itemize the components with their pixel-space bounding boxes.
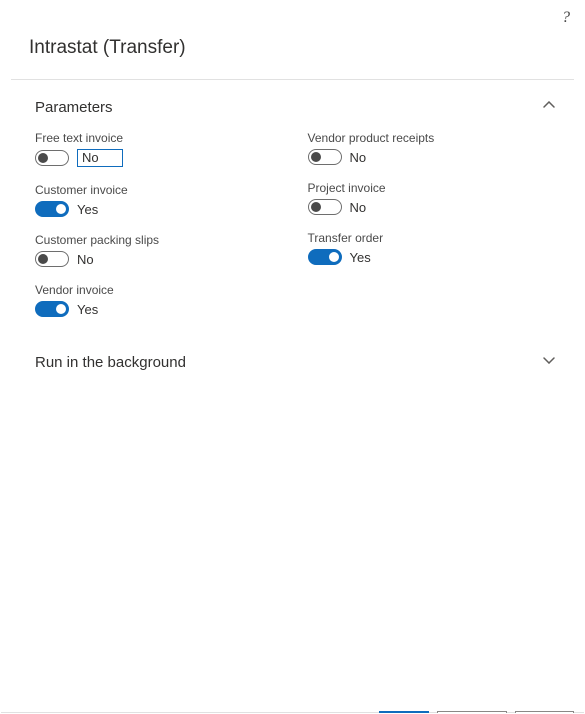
field-label: Customer packing slips	[35, 233, 284, 247]
dialog-title: Intrastat (Transfer)	[1, 1, 584, 79]
toggle-value: Yes	[350, 250, 371, 265]
toggle-value: No	[350, 200, 367, 215]
field-project-invoice: Project invoice No	[308, 181, 557, 215]
toggle-vendor-invoice[interactable]	[35, 301, 69, 317]
field-transfer-order: Transfer order Yes	[308, 231, 557, 265]
toggle-value: Yes	[77, 302, 98, 317]
field-customer-packing-slips: Customer packing slips No	[35, 233, 284, 267]
field-label: Customer invoice	[35, 183, 284, 197]
toggle-vendor-product-receipts[interactable]	[308, 149, 342, 165]
toggle-value-input[interactable]	[77, 149, 123, 167]
parameters-left-column: Free text invoice Customer invoice Yes C…	[35, 131, 284, 333]
field-customer-invoice: Customer invoice Yes	[35, 183, 284, 217]
toggle-customer-invoice[interactable]	[35, 201, 69, 217]
field-vendor-product-receipts: Vendor product receipts No	[308, 131, 557, 165]
parameters-title: Parameters	[35, 99, 113, 116]
field-vendor-invoice: Vendor invoice Yes	[35, 283, 284, 317]
toggle-free-text-invoice[interactable]	[35, 150, 69, 166]
parameters-columns: Free text invoice Customer invoice Yes C…	[35, 131, 556, 333]
toggle-value: No	[77, 252, 94, 267]
intrastat-transfer-dialog: ? Intrastat (Transfer) Parameters Free t…	[0, 0, 585, 714]
field-label: Vendor product receipts	[308, 131, 557, 145]
toggle-transfer-order[interactable]	[308, 249, 342, 265]
toggle-value: No	[350, 150, 367, 165]
parameters-section: Parameters Free text invoice Customer in…	[1, 80, 584, 333]
parameters-header[interactable]: Parameters	[35, 80, 556, 131]
parameters-right-column: Vendor product receipts No Project invoi…	[308, 131, 557, 333]
field-label: Project invoice	[308, 181, 557, 195]
toggle-value: Yes	[77, 202, 98, 217]
background-title: Run in the background	[35, 354, 186, 371]
field-free-text-invoice: Free text invoice	[35, 131, 284, 167]
background-header[interactable]: Run in the background	[35, 333, 556, 372]
help-icon[interactable]: ?	[562, 9, 570, 27]
toggle-project-invoice[interactable]	[308, 199, 342, 215]
field-label: Free text invoice	[35, 131, 284, 145]
background-section: Run in the background	[1, 333, 584, 372]
chevron-down-icon	[542, 353, 556, 372]
field-label: Vendor invoice	[35, 283, 284, 297]
dialog-footer: OK Cancel Filter	[1, 712, 584, 713]
toggle-customer-packing-slips[interactable]	[35, 251, 69, 267]
chevron-up-icon	[542, 98, 556, 117]
field-label: Transfer order	[308, 231, 557, 245]
